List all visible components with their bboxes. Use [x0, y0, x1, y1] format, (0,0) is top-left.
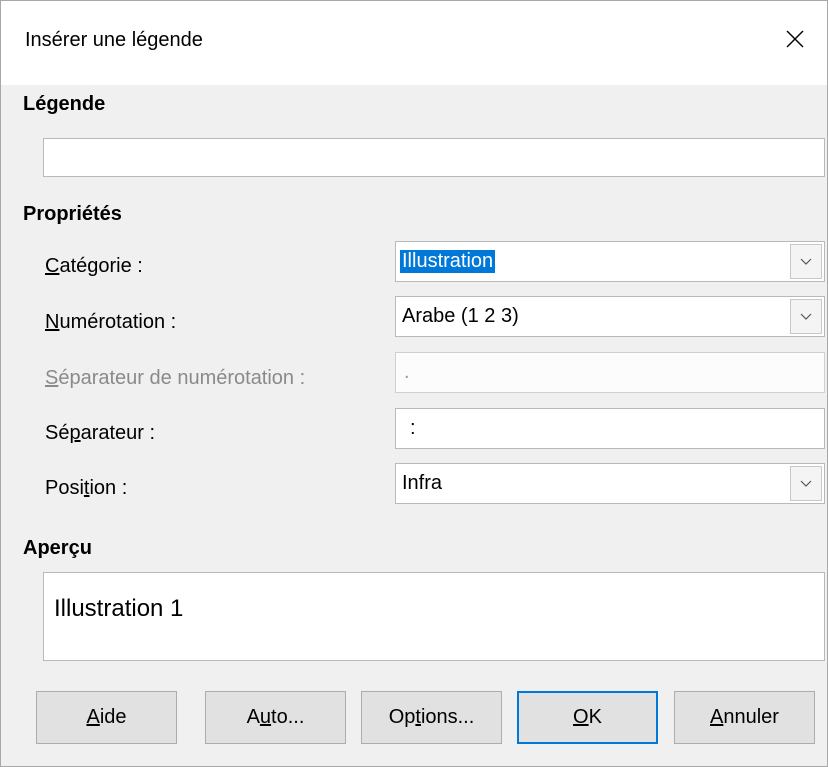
separator-label-part: arateur :	[80, 422, 156, 444]
chevron-down-icon	[800, 480, 812, 487]
auto-button-label: to...	[271, 706, 305, 728]
position-label-part: Posi	[45, 477, 84, 499]
numbering-separator-label: Séparateur de numérotation :	[45, 367, 305, 390]
category-label-part: atégorie :	[59, 255, 143, 277]
category-value: Illustration	[400, 250, 496, 273]
auto-button[interactable]: Au to...	[205, 691, 346, 744]
position-label: Position :	[45, 477, 127, 500]
close-button[interactable]	[777, 21, 813, 57]
preview-box: Illustration 1	[43, 572, 825, 661]
caption-input[interactable]	[43, 138, 825, 177]
position-dropdown-button[interactable]	[790, 466, 822, 501]
dialog-title: Insérer une légende	[25, 29, 203, 51]
numbering-dropdown-button[interactable]	[790, 299, 822, 334]
numbering-label-accelerator: N	[45, 311, 60, 333]
preview-heading: Aperçu	[23, 537, 92, 559]
numbering-separator-input[interactable]: .	[395, 352, 825, 393]
options-button[interactable]: Op t ions...	[361, 691, 502, 744]
separator-label: Séparateur :	[45, 422, 155, 445]
numbering-separator-label-accelerator: S	[45, 367, 59, 389]
chevron-down-icon	[800, 313, 812, 320]
category-dropdown-button[interactable]	[790, 244, 822, 279]
cancel-button-label: nnuler	[723, 706, 779, 728]
category-combobox[interactable]: Illustration	[395, 241, 825, 282]
separator-value: :	[410, 417, 416, 439]
auto-button-accelerator: u	[259, 706, 272, 728]
numbering-value: Arabe (1 2 3)	[402, 305, 519, 327]
separator-label-part: Sé	[45, 422, 70, 444]
title-bar: Insérer une légende	[1, 1, 827, 85]
ok-button[interactable]: OK	[517, 691, 658, 744]
position-combobox[interactable]: Infra	[395, 463, 825, 504]
properties-heading: Propriétés	[23, 203, 122, 225]
caption-heading: Légende	[23, 93, 106, 115]
numbering-separator-value: .	[404, 361, 410, 383]
numbering-separator-label-part: éparateur de numérotation :	[58, 367, 306, 389]
preview-text: Illustration 1	[54, 595, 184, 622]
numbering-label-part: umérotation :	[59, 311, 177, 333]
position-value: Infra	[402, 472, 443, 494]
options-button-label: ions...	[420, 706, 475, 728]
auto-button-label: A	[246, 706, 260, 728]
separator-input[interactable]: :	[395, 408, 825, 449]
help-button-label: ide	[99, 706, 127, 728]
category-label-accelerator: C	[45, 255, 60, 277]
numbering-combobox[interactable]: Arabe (1 2 3)	[395, 296, 825, 337]
insert-caption-dialog: Insérer une légende Légende Propriétés C…	[0, 0, 828, 767]
category-label: Catégorie :	[45, 255, 143, 278]
ok-button-label: K	[588, 706, 602, 728]
position-label-part: ion :	[89, 477, 128, 499]
numbering-label: Numérotation :	[45, 311, 176, 334]
close-icon	[786, 30, 804, 48]
separator-label-accelerator: p	[69, 422, 81, 444]
options-button-label: Op	[388, 706, 416, 728]
help-button[interactable]: Aide	[36, 691, 177, 744]
cancel-button-accelerator: A	[710, 706, 724, 728]
ok-button-accelerator: O	[573, 706, 589, 728]
help-button-accelerator: A	[86, 706, 100, 728]
chevron-down-icon	[800, 258, 812, 265]
cancel-button[interactable]: Annuler	[674, 691, 815, 744]
